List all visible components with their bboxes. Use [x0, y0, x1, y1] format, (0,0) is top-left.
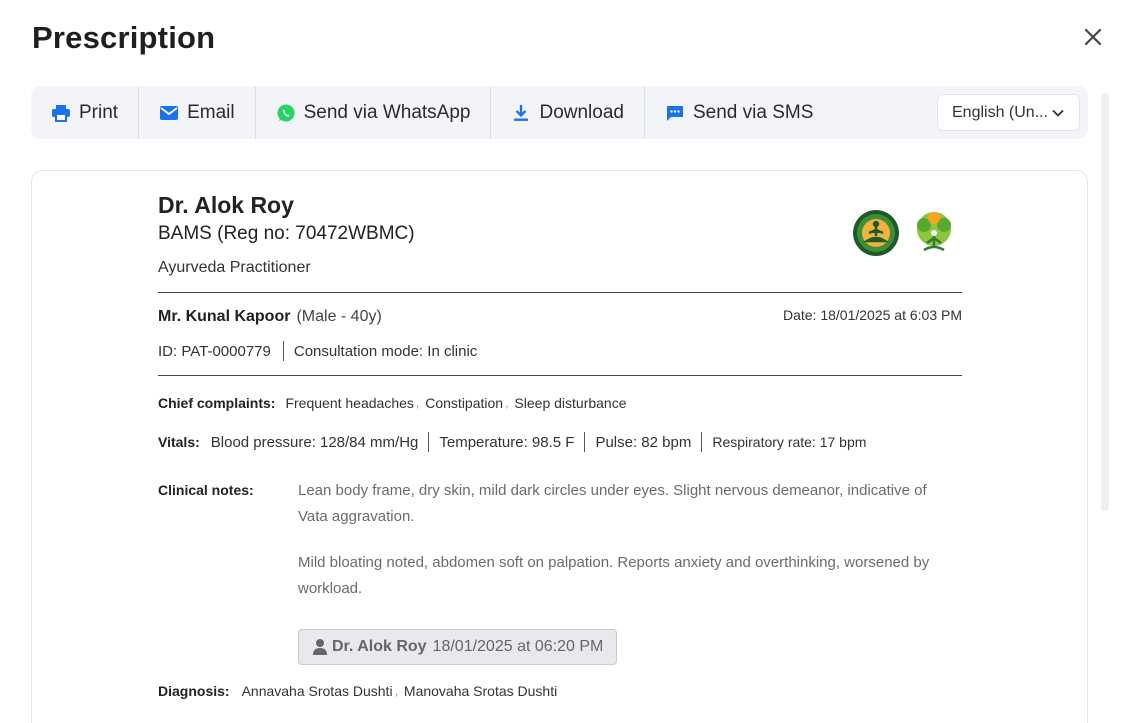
patient-id-line: ID: PAT-0000779 Consultation mode: In cl…: [158, 341, 477, 361]
vital-respiratory-rate: Respiratory rate: 17 bpm: [712, 434, 867, 450]
chief-complaints: Chief complaints: Frequent headaches, Co…: [158, 395, 627, 411]
doctor-name: Dr. Alok Roy: [158, 192, 294, 218]
diagnosis-label: Diagnosis:: [158, 683, 230, 699]
separator: [428, 432, 430, 452]
clinical-note-paragraph: Mild bloating noted, abdomen soft on pal…: [298, 554, 930, 597]
note-author: Dr. Alok Roy: [332, 638, 427, 655]
chevron-down-icon: [1052, 109, 1064, 117]
doctor-degree: BAMS (Reg no: 70472WBMC): [158, 223, 415, 244]
clinical-note-paragraph: Lean body frame, dry skin, mild dark cir…: [298, 482, 927, 525]
clinical-notes-label: Clinical notes:: [158, 482, 254, 498]
complaint-item: Sleep disturbance: [514, 395, 627, 411]
separator: [701, 432, 703, 452]
email-label: Email: [187, 101, 235, 123]
download-button[interactable]: Download: [491, 86, 645, 139]
whatsapp-icon: [276, 103, 296, 123]
vital-blood-pressure: Blood pressure: 128/84 mm/Hg: [210, 433, 419, 451]
print-label: Print: [79, 101, 119, 123]
vital-temperature: Temperature: 98.5 F: [439, 433, 575, 451]
diagnosis-item: Annavaha Srotas Dushti: [241, 683, 393, 699]
language-select[interactable]: English (Un...: [937, 94, 1080, 131]
clinic-logos: [852, 209, 958, 257]
meditation-logo: [853, 210, 899, 256]
divider: [158, 375, 962, 376]
vital-pulse: Pulse: 82 bpm: [595, 433, 692, 451]
clinical-notes: Lean body frame, dry skin, mild dark cir…: [298, 478, 948, 622]
patient-meta: (Male - 40y): [296, 308, 382, 325]
email-button[interactable]: Email: [139, 86, 256, 139]
modal-title: Prescription: [32, 20, 216, 55]
print-button[interactable]: Print: [31, 86, 140, 139]
separator: [584, 432, 586, 452]
sms-button[interactable]: Send via SMS: [645, 86, 833, 139]
user-icon: [313, 639, 327, 655]
email-icon: [159, 103, 179, 123]
vitals-row: Vitals: Blood pressure: 128/84 mm/Hg Tem…: [158, 432, 866, 452]
whatsapp-button[interactable]: Send via WhatsApp: [256, 86, 492, 139]
doctor-role: Ayurveda Practitioner: [158, 259, 311, 276]
tree-logo: [917, 212, 951, 252]
whatsapp-label: Send via WhatsApp: [303, 101, 471, 123]
separator: [282, 341, 284, 361]
patient-id: ID: PAT-0000779: [158, 342, 271, 360]
scrollbar[interactable]: [1101, 93, 1109, 511]
diagnosis-row: Diagnosis: Annavaha Srotas Dushti, Manov…: [158, 683, 558, 699]
download-icon: [511, 103, 531, 123]
sms-icon: [665, 103, 685, 123]
printer-icon: [51, 103, 71, 123]
diagnosis-item: Manovaha Srotas Dushti: [403, 683, 558, 699]
close-button[interactable]: [1078, 22, 1108, 52]
chief-complaints-label: Chief complaints:: [158, 395, 276, 411]
vitals-label: Vitals:: [158, 434, 200, 450]
download-label: Download: [539, 101, 624, 123]
patient-header: Mr. Kunal Kapoor (Male - 40y): [158, 308, 382, 326]
language-value: English (Un...: [952, 103, 1049, 121]
sms-label: Send via SMS: [692, 101, 814, 123]
consultation-mode: Consultation mode: In clinic: [293, 342, 478, 360]
complaint-item: Constipation: [425, 395, 504, 411]
prescription-card: Dr. Alok Roy BAMS (Reg no: 70472WBMC) Ay…: [31, 170, 1088, 723]
patient-name: Mr. Kunal Kapoor: [158, 308, 291, 325]
prescription-date: Date: 18/01/2025 at 6:03 PM: [782, 307, 962, 323]
close-icon: [1084, 28, 1102, 46]
divider: [158, 292, 962, 293]
action-toolbar: Print Email Send via WhatsApp Download S…: [31, 86, 1088, 139]
complaint-item: Frequent headaches: [285, 395, 414, 411]
note-author-chip: Dr. Alok Roy 18/01/2025 at 06:20 PM: [298, 629, 618, 665]
note-timestamp: 18/01/2025 at 06:20 PM: [432, 638, 604, 655]
